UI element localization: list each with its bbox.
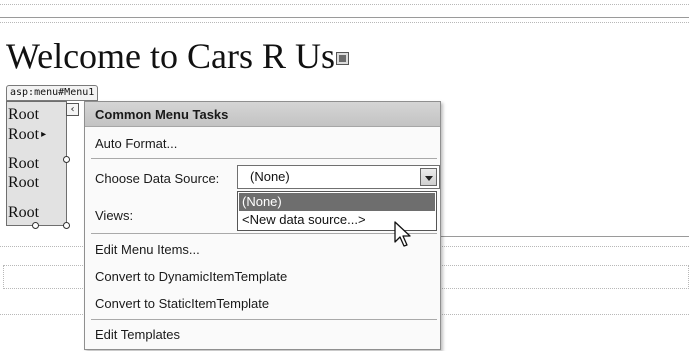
panel-separator	[91, 319, 437, 320]
resize-handle-bottom[interactable]	[32, 222, 39, 229]
image-placeholder-icon	[336, 52, 350, 65]
panel-separator	[91, 158, 437, 159]
smart-tag-collapse-button[interactable]: ‹	[66, 103, 79, 116]
menu-item-label: Root	[8, 106, 40, 123]
panel-header: Common Menu Tasks	[85, 102, 440, 127]
menu-root-item[interactable]: Root	[8, 203, 39, 222]
header-rule-line	[0, 17, 689, 18]
menu-item-label: Root	[8, 174, 40, 191]
top-guide-line	[0, 4, 689, 5]
menu-root-item[interactable]: Root	[8, 154, 39, 173]
views-label: Views:	[95, 208, 134, 223]
control-tag-label[interactable]: asp:menu#Menu1	[6, 85, 99, 101]
content-rule-line	[441, 236, 689, 237]
auto-format-link[interactable]: Auto Format...	[95, 136, 177, 152]
data-source-option-none[interactable]: (None)	[239, 193, 435, 211]
menu-item-label: Root	[8, 155, 40, 172]
edit-templates-link[interactable]: Edit Templates	[95, 327, 180, 343]
panel-separator	[91, 233, 437, 234]
choose-data-source-label: Choose Data Source:	[95, 171, 220, 186]
data-source-dropdown[interactable]: (None)	[237, 165, 440, 189]
mouse-pointer-icon	[394, 221, 411, 247]
convert-dynamic-template-link[interactable]: Convert to DynamicItemTemplate	[95, 269, 287, 285]
page-title-text: Welcome to Cars R Us	[6, 36, 336, 76]
resize-handle-corner[interactable]	[63, 222, 70, 229]
menu-control[interactable]: Root Root ▸ Root Root Root	[6, 101, 67, 226]
menu-item-label: Root	[8, 126, 40, 143]
resize-handle-right[interactable]	[63, 156, 70, 163]
header-guide-line	[0, 22, 689, 23]
menu-item-label: Root	[8, 204, 40, 221]
panel-title: Common Menu Tasks	[95, 107, 229, 122]
edit-menu-items-link[interactable]: Edit Menu Items...	[95, 242, 200, 258]
menu-root-item[interactable]: Root ▸	[8, 125, 46, 144]
data-source-value: (None)	[250, 169, 290, 184]
convert-static-template-link[interactable]: Convert to StaticItemTemplate	[95, 296, 269, 312]
page-title: Welcome to Cars R Us	[6, 34, 350, 78]
submenu-arrow-icon: ▸	[41, 129, 47, 140]
menu-root-item[interactable]: Root	[8, 173, 39, 192]
menu-root-item[interactable]: Root	[8, 105, 39, 124]
dropdown-arrow-icon[interactable]	[420, 168, 437, 186]
